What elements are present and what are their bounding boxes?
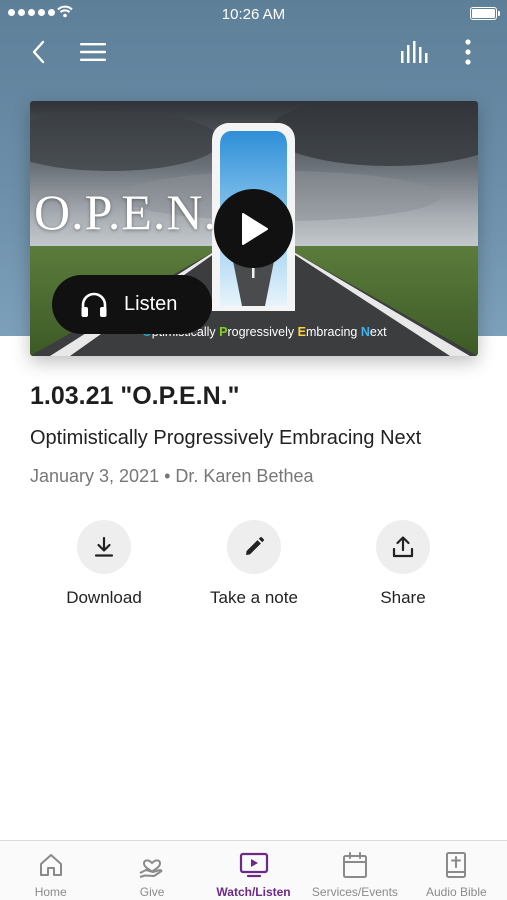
tab-home-label: Home [34,885,67,899]
play-button[interactable] [214,189,293,268]
tab-watch-listen-label: Watch/Listen [216,885,291,899]
artwork-subtitle-word: rogressively [227,325,298,339]
tv-play-icon [239,852,268,878]
tab-audio-bible[interactable]: Audio Bible [406,841,507,900]
download-button[interactable]: Download [29,520,179,608]
chevron-left-icon [32,40,45,64]
artwork-subtitle-word: mbracing [305,325,361,339]
calendar-icon [342,852,367,878]
equalizer-icon [401,41,428,63]
more-vertical-icon [465,39,471,65]
sermon-subtitle: Optimistically Progressively Embracing N… [30,427,422,449]
sermon-date-speaker: January 3, 2021 • Dr. Karen Bethea [30,466,314,486]
artwork-subtitle-initial: N [360,325,370,339]
listen-label: Listen [124,293,178,315]
tab-services-events[interactable]: Services/Events [304,841,405,900]
tab-watch-listen[interactable]: Watch/Listen [203,841,304,900]
artwork-title: O.P.E.N. [34,184,218,240]
tab-services-events-label: Services/Events [311,885,398,899]
share-circle [376,520,430,574]
bible-icon [446,852,467,878]
pencil-icon [246,536,265,555]
download-icon [94,536,114,557]
tab-give[interactable]: Give [101,841,202,900]
share-label: Share [380,588,426,607]
take-note-circle [227,520,281,574]
headphones-icon [81,292,107,317]
listen-button[interactable]: Listen [52,275,212,334]
back-button[interactable] [20,34,56,70]
take-note-label: Take a note [210,588,298,607]
sermon-title: 1.03.21 "O.P.E.N." [30,382,240,410]
home-icon [39,854,62,876]
status-time: 10:26 AM [221,6,286,23]
more-options-button[interactable] [450,34,486,70]
hamburger-icon [80,43,106,61]
tab-give-label: Give [139,885,165,899]
artwork-subtitle-initial: E [297,325,306,339]
bottom-tab-bar: Home Give Watch/Listen Services/Events A… [0,840,507,900]
audio-levels-button[interactable] [397,34,433,70]
battery-icon [470,7,500,20]
sermon-artwork[interactable]: O.P.E.N. Optimistically Progressively Em… [30,101,478,356]
share-button[interactable]: Share [328,520,478,608]
tab-home[interactable]: Home [0,841,101,900]
tab-audio-bible-label: Audio Bible [425,885,487,899]
play-icon [241,212,268,245]
download-label: Download [66,588,142,607]
artwork-subtitle-word: ext [369,325,387,339]
take-note-button[interactable]: Take a note [179,520,329,608]
give-icon [139,859,163,878]
menu-button[interactable] [75,34,111,70]
share-icon [392,536,414,558]
status-bar: 10:26 AM [0,0,507,28]
download-circle [77,520,131,574]
